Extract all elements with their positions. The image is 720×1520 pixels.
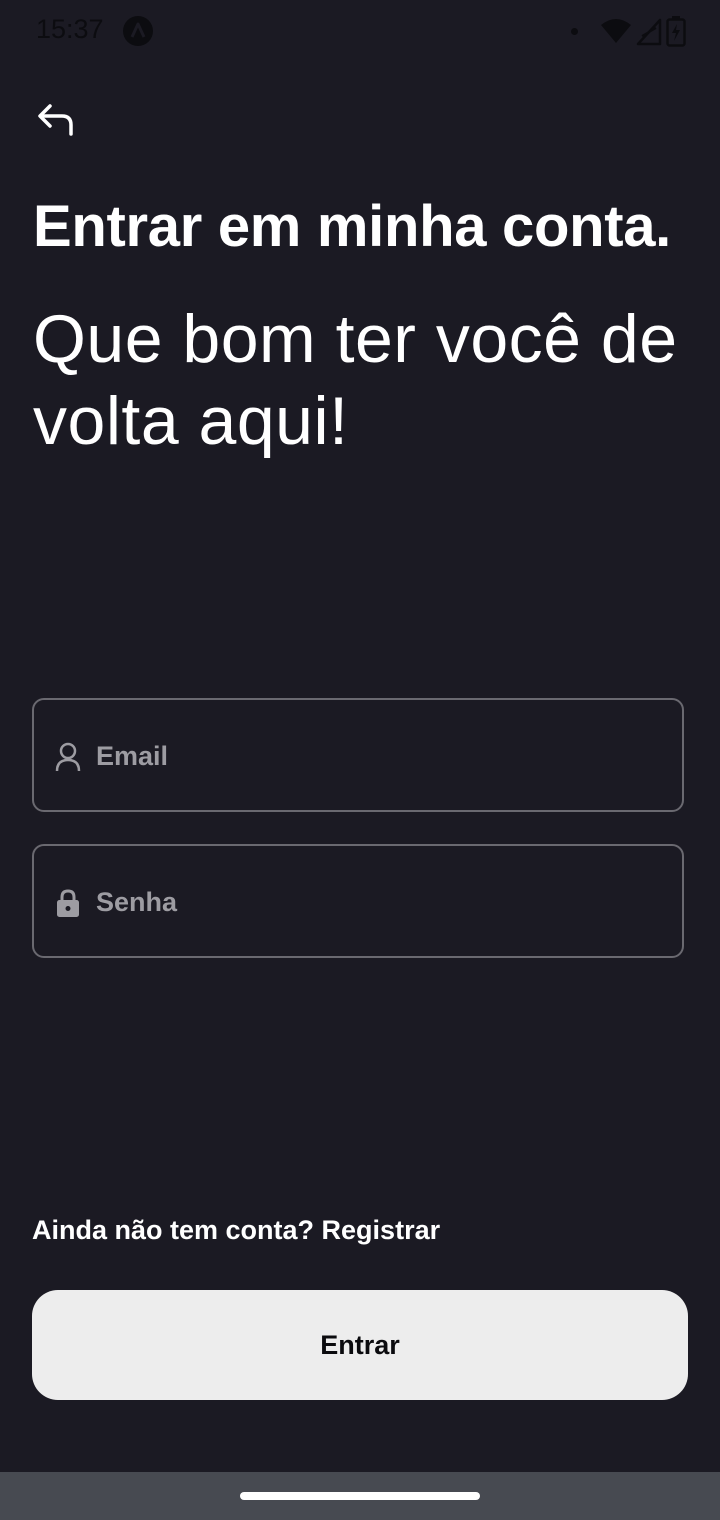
signal-icon — [636, 18, 662, 46]
page-subtitle: Que bom ter você de volta aqui! — [33, 301, 678, 459]
notification-dot-icon — [571, 28, 578, 35]
email-input[interactable] — [94, 700, 668, 812]
app-notification-icon — [123, 16, 153, 46]
wifi-icon — [601, 19, 631, 43]
password-input[interactable] — [94, 846, 668, 958]
back-arrow-icon — [38, 104, 73, 136]
register-link[interactable]: Registrar — [322, 1215, 441, 1245]
status-time: 15:37 — [36, 14, 104, 44]
login-screen: 15:37 Entrar em minha conta. Que bom ter… — [0, 0, 720, 1520]
page-title: Entrar em minha conta. — [33, 194, 671, 259]
password-field[interactable] — [32, 844, 684, 958]
login-button[interactable]: Entrar — [32, 1290, 688, 1400]
email-field[interactable] — [32, 698, 684, 812]
system-nav-bar — [0, 1472, 720, 1520]
lock-icon — [57, 889, 79, 917]
back-button[interactable] — [30, 96, 82, 144]
register-prompt-text: Ainda não tem conta? — [32, 1215, 315, 1245]
register-prompt: Ainda não tem conta? Registrar — [32, 1215, 440, 1246]
home-gesture-handle[interactable] — [240, 1492, 480, 1500]
battery-charging-icon — [666, 16, 686, 47]
status-bar: 15:37 — [0, 0, 720, 64]
user-icon — [55, 742, 81, 772]
